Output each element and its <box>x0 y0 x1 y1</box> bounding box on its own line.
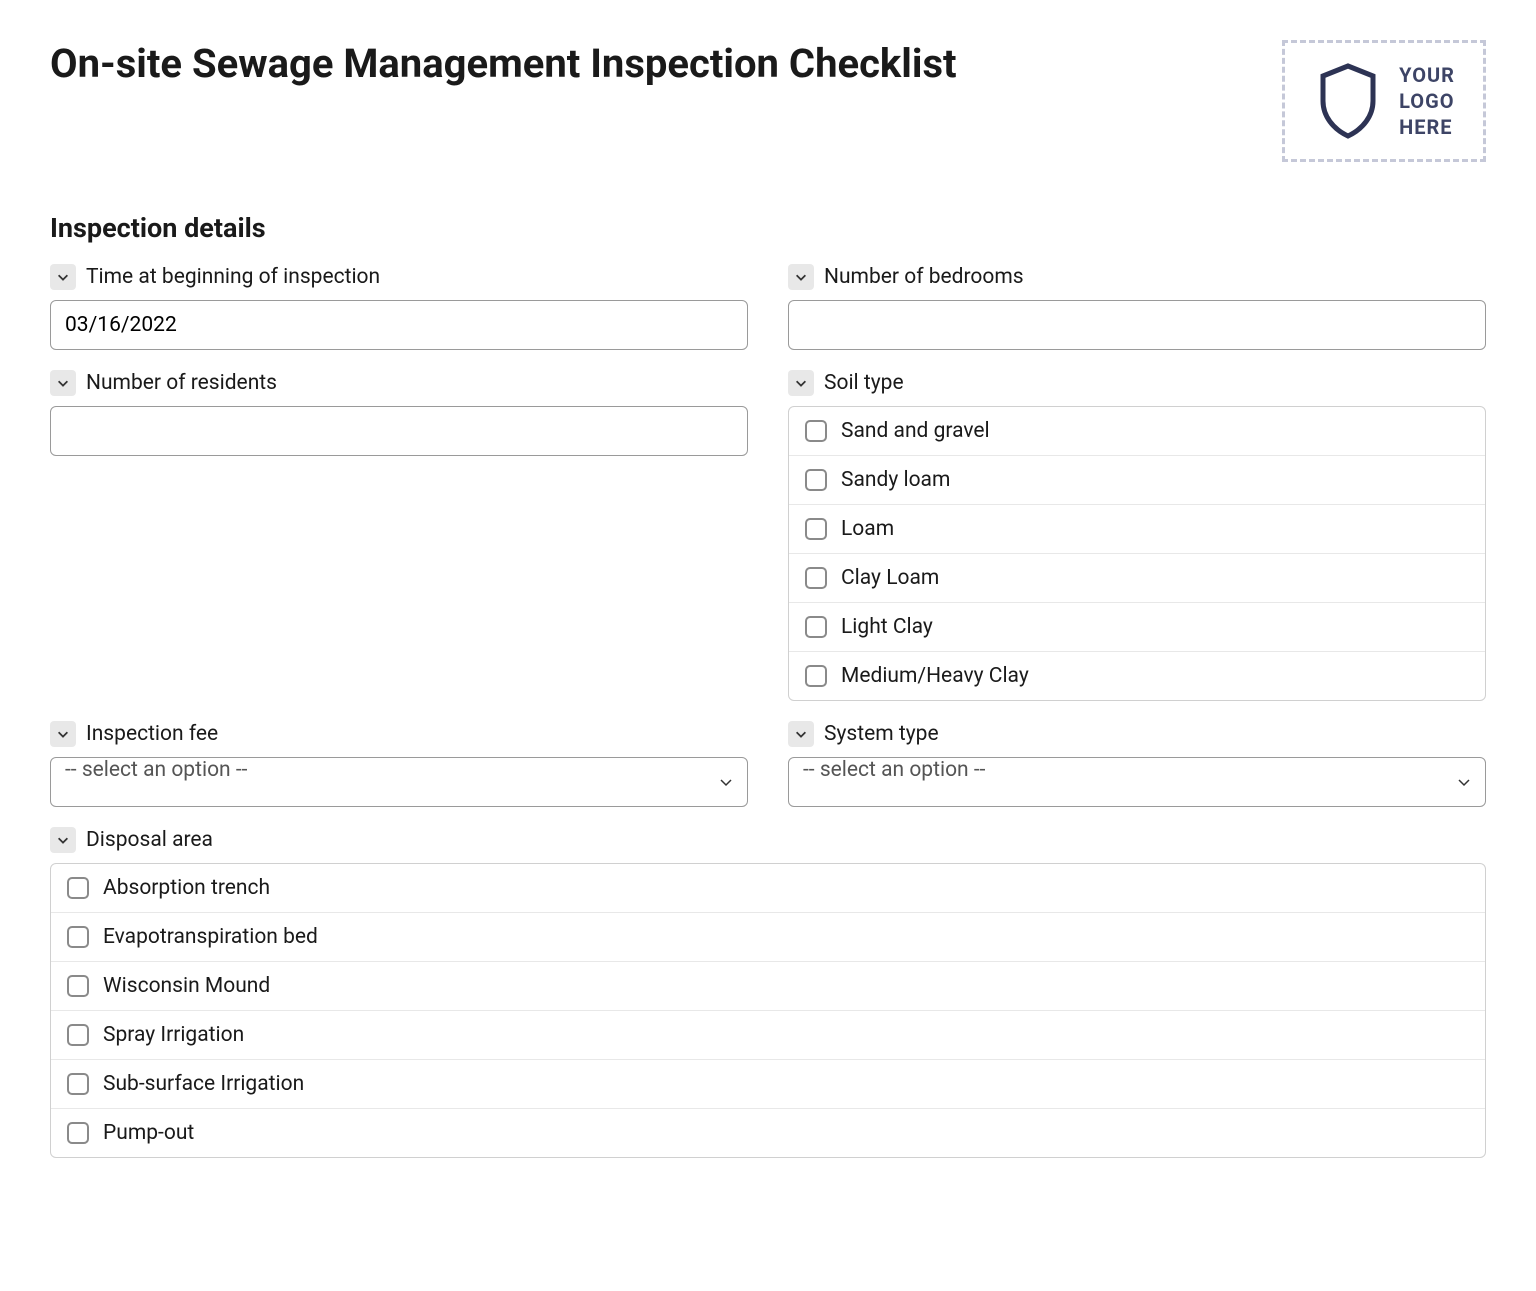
checkbox[interactable] <box>67 975 89 997</box>
checklist-item[interactable]: Clay Loam <box>789 554 1485 603</box>
field-number-bedrooms: Number of bedrooms <box>788 264 1486 350</box>
checklist-item[interactable]: Spray Irrigation <box>51 1011 1485 1060</box>
collapse-toggle[interactable] <box>788 264 814 290</box>
checklist-label: Sub-surface Irrigation <box>103 1072 304 1096</box>
chevron-down-icon <box>56 270 70 284</box>
checkbox[interactable] <box>67 926 89 948</box>
field-system-type: System type -- select an option -- <box>788 721 1486 807</box>
number-bedrooms-input[interactable] <box>788 300 1486 350</box>
field-number-residents: Number of residents <box>50 370 748 701</box>
collapse-toggle[interactable] <box>50 827 76 853</box>
chevron-down-icon <box>794 270 808 284</box>
page-title: On-site Sewage Management Inspection Che… <box>50 40 957 88</box>
checkbox[interactable] <box>805 420 827 442</box>
checklist-item[interactable]: Sandy loam <box>789 456 1485 505</box>
chevron-down-icon <box>794 376 808 390</box>
checklist-label: Absorption trench <box>103 876 270 900</box>
checkbox[interactable] <box>67 1024 89 1046</box>
checklist-item[interactable]: Loam <box>789 505 1485 554</box>
checklist-label: Wisconsin Mound <box>103 974 270 998</box>
checklist-item[interactable]: Wisconsin Mound <box>51 962 1485 1011</box>
checklist-label: Spray Irrigation <box>103 1023 244 1047</box>
inspection-fee-select[interactable]: -- select an option -- <box>50 757 748 807</box>
checklist-label: Clay Loam <box>841 566 939 590</box>
logo-text: YOUR LOGO HERE <box>1399 62 1455 140</box>
checkbox[interactable] <box>805 518 827 540</box>
soil-type-checklist: Sand and gravel Sandy loam Loam Clay Loa… <box>788 406 1486 701</box>
collapse-toggle[interactable] <box>50 721 76 747</box>
checklist-item[interactable]: Sand and gravel <box>789 407 1485 456</box>
checkbox[interactable] <box>67 1122 89 1144</box>
collapse-toggle[interactable] <box>788 721 814 747</box>
field-inspection-fee: Inspection fee -- select an option -- <box>50 721 748 807</box>
checklist-item[interactable]: Light Clay <box>789 603 1485 652</box>
time-beginning-input[interactable] <box>50 300 748 350</box>
collapse-toggle[interactable] <box>50 264 76 290</box>
field-disposal-area: Disposal area Absorption trench Evapotra… <box>50 827 1486 1158</box>
checkbox[interactable] <box>805 616 827 638</box>
checklist-item[interactable]: Sub-surface Irrigation <box>51 1060 1485 1109</box>
field-label: Disposal area <box>86 828 213 852</box>
chevron-down-icon <box>56 833 70 847</box>
checklist-label: Pump-out <box>103 1121 194 1145</box>
checkbox[interactable] <box>805 665 827 687</box>
field-label: System type <box>824 722 939 746</box>
checklist-label: Loam <box>841 517 894 541</box>
checklist-label: Evapotranspiration bed <box>103 925 318 949</box>
field-label: Number of residents <box>86 371 277 395</box>
checkbox[interactable] <box>67 877 89 899</box>
checklist-label: Sand and gravel <box>841 419 990 443</box>
checklist-label: Light Clay <box>841 615 933 639</box>
checklist-label: Medium/Heavy Clay <box>841 664 1029 688</box>
field-label: Soil type <box>824 371 904 395</box>
checklist-item[interactable]: Absorption trench <box>51 864 1485 913</box>
logo-placeholder: YOUR LOGO HERE <box>1282 40 1486 162</box>
checklist-item[interactable]: Medium/Heavy Clay <box>789 652 1485 700</box>
checkbox[interactable] <box>67 1073 89 1095</box>
checklist-label: Sandy loam <box>841 468 950 492</box>
field-label: Time at beginning of inspection <box>86 265 380 289</box>
chevron-down-icon <box>56 376 70 390</box>
checklist-item[interactable]: Evapotranspiration bed <box>51 913 1485 962</box>
chevron-down-icon <box>56 727 70 741</box>
disposal-area-checklist: Absorption trench Evapotranspiration bed… <box>50 863 1486 1158</box>
section-title-inspection-details: Inspection details <box>50 212 1486 244</box>
checkbox[interactable] <box>805 567 827 589</box>
field-soil-type: Soil type Sand and gravel Sandy loam Loa… <box>788 370 1486 701</box>
field-label: Inspection fee <box>86 722 218 746</box>
shield-icon <box>1313 61 1383 141</box>
number-residents-input[interactable] <box>50 406 748 456</box>
system-type-select[interactable]: -- select an option -- <box>788 757 1486 807</box>
collapse-toggle[interactable] <box>788 370 814 396</box>
collapse-toggle[interactable] <box>50 370 76 396</box>
field-time-beginning: Time at beginning of inspection <box>50 264 748 350</box>
checkbox[interactable] <box>805 469 827 491</box>
checklist-item[interactable]: Pump-out <box>51 1109 1485 1157</box>
field-label: Number of bedrooms <box>824 265 1024 289</box>
chevron-down-icon <box>794 727 808 741</box>
